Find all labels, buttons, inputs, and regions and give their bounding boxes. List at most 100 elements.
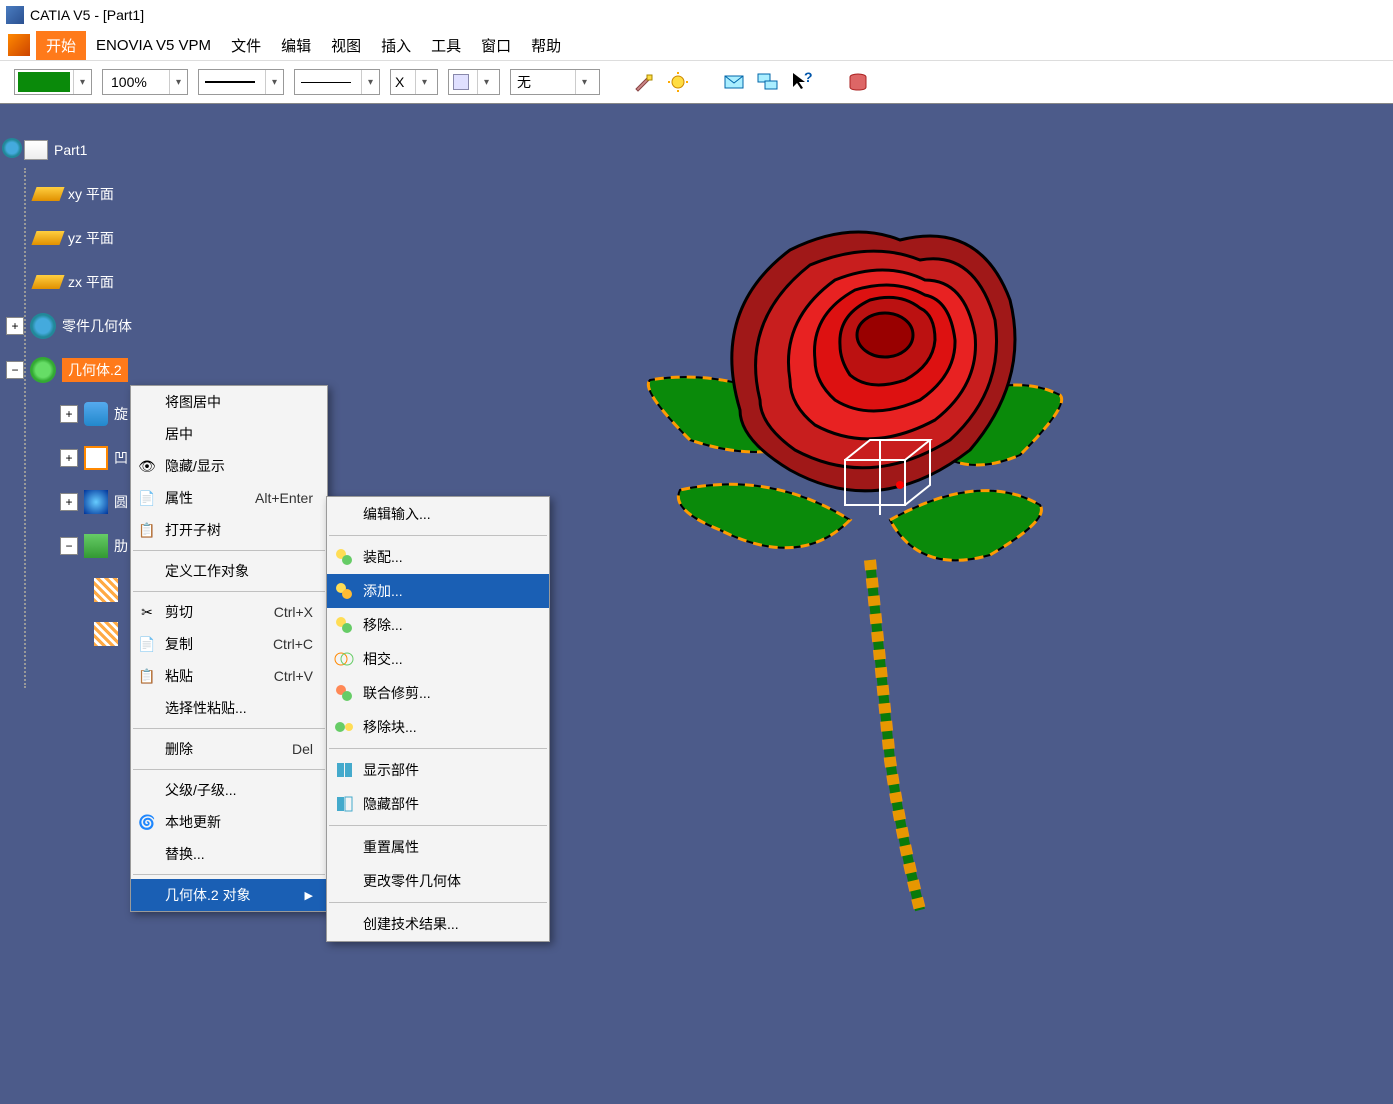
cm-copy[interactable]: 📄复制Ctrl+C (131, 628, 327, 660)
cm-define-work[interactable]: 定义工作对象 (131, 555, 327, 587)
cm-paste-special[interactable]: 选择性粘贴... (131, 692, 327, 724)
title-bar: CATIA V5 - [Part1] (0, 0, 1393, 30)
plane-label: xy 平面 (68, 184, 114, 204)
cm-delete[interactable]: 删除Del (131, 733, 327, 765)
assemble-icon (333, 546, 355, 568)
sm-hide-comp[interactable]: 隐藏部件 (327, 787, 549, 821)
sm-add[interactable]: 添加... (327, 574, 549, 608)
trim-icon (333, 682, 355, 704)
tree-yz-plane[interactable]: yz 平面 (34, 216, 132, 260)
menu-enovia[interactable]: ENOVIA V5 VPM (86, 33, 221, 58)
copy-icon: 📄 (137, 634, 157, 654)
cm-center[interactable]: 居中 (131, 418, 327, 450)
cm-cut[interactable]: ✂剪切Ctrl+X (131, 596, 327, 628)
plane-label: zx 平面 (68, 272, 114, 292)
app-icon (6, 6, 24, 24)
tree-body2[interactable]: − 几何体.2 (6, 348, 132, 392)
brush-icon[interactable] (632, 70, 656, 94)
cm-local-update[interactable]: 🌀本地更新 (131, 806, 327, 838)
chevron-down-icon: ▾ (477, 70, 495, 94)
zoom-dropdown[interactable]: 100%▾ (102, 69, 188, 95)
menu-help[interactable]: 帮助 (521, 31, 571, 60)
sm-union-trim[interactable]: 联合修剪... (327, 676, 549, 710)
chevron-down-icon: ▾ (265, 70, 283, 94)
menu-edit[interactable]: 编辑 (271, 31, 321, 60)
expand-icon[interactable]: + (60, 405, 78, 423)
sm-remove[interactable]: 移除... (327, 608, 549, 642)
lump-icon (333, 716, 355, 738)
properties-icon: 📄 (137, 488, 157, 508)
separator (133, 874, 325, 875)
tree-child-sketch1[interactable] (94, 568, 132, 612)
menu-file[interactable]: 文件 (221, 31, 271, 60)
sm-remove-lump[interactable]: 移除块... (327, 710, 549, 744)
sm-assemble[interactable]: 装配... (327, 540, 549, 574)
render-dropdown[interactable]: ▾ (448, 69, 500, 95)
expand-icon[interactable]: + (6, 317, 24, 335)
sm-edit-input[interactable]: 编辑输入... (327, 497, 549, 531)
line-sample (205, 81, 255, 83)
show-icon (333, 759, 355, 781)
cm-object[interactable]: 几何体.2 对象▶ (131, 879, 327, 911)
rotate-icon (84, 402, 108, 426)
layer-dropdown[interactable]: 无▾ (510, 69, 600, 95)
render-icon (453, 74, 469, 90)
mail-multi-icon[interactable] (756, 70, 780, 94)
separator (329, 748, 547, 749)
tree-xy-plane[interactable]: xy 平面 (34, 172, 132, 216)
expand-icon[interactable]: + (60, 493, 78, 511)
sm-intersect[interactable]: 相交... (327, 642, 549, 676)
part-icon (24, 140, 48, 160)
rose-model[interactable] (620, 210, 1080, 930)
tree-partbody[interactable]: + 零件几何体 (6, 304, 132, 348)
partbody-label: 零件几何体 (62, 316, 132, 336)
menu-tool[interactable]: 工具 (421, 31, 471, 60)
cm-properties[interactable]: 📄属性Alt+Enter (131, 482, 327, 514)
body2-label: 几何体.2 (62, 358, 128, 382)
cm-parent-child[interactable]: 父级/子级... (131, 774, 327, 806)
sm-create-tech[interactable]: 创建技术结果... (327, 907, 549, 941)
color-dropdown[interactable]: ▾ (14, 69, 92, 95)
menu-start[interactable]: 开始 (36, 31, 86, 60)
menu-insert[interactable]: 插入 (371, 31, 421, 60)
lineweight-dropdown[interactable]: ▾ (294, 69, 380, 95)
cm-paste[interactable]: 📋粘贴Ctrl+V (131, 660, 327, 692)
child-label: 凹 (114, 448, 128, 468)
collapse-icon[interactable]: − (6, 361, 24, 379)
plane-icon (31, 187, 64, 201)
cm-replace[interactable]: 替换... (131, 838, 327, 870)
separator (133, 591, 325, 592)
object-submenu: 编辑输入... 装配... 添加... 移除... 相交... 联合修剪... … (326, 496, 550, 942)
tree-child-circle[interactable]: +圆 (60, 480, 132, 524)
tree-child-rotate[interactable]: +旋 (60, 392, 132, 436)
menu-window[interactable]: 窗口 (471, 31, 521, 60)
chevron-down-icon: ▾ (361, 70, 379, 94)
cm-center-graph[interactable]: 将图居中 (131, 386, 327, 418)
sm-show-comp[interactable]: 显示部件 (327, 753, 549, 787)
window-title: CATIA V5 - [Part1] (30, 7, 144, 23)
tree-root[interactable]: Part1 (6, 128, 132, 172)
sm-change-body[interactable]: 更改零件几何体 (327, 864, 549, 898)
catia-logo-icon (8, 34, 30, 56)
expand-icon[interactable]: + (60, 449, 78, 467)
plane-icon (31, 231, 64, 245)
plane-label: yz 平面 (68, 228, 114, 248)
menu-view[interactable]: 视图 (321, 31, 371, 60)
chevron-down-icon: ▾ (73, 70, 91, 94)
database-icon[interactable] (846, 70, 870, 94)
linetype-dropdown[interactable]: ▾ (198, 69, 284, 95)
cm-open-subtree[interactable]: 📋打开子树 (131, 514, 327, 546)
tree-child-rib[interactable]: −肋 (60, 524, 132, 568)
cm-hide-show[interactable]: 👁隐藏/显示 (131, 450, 327, 482)
tree-zx-plane[interactable]: zx 平面 (34, 260, 132, 304)
sm-reset-prop[interactable]: 重置属性 (327, 830, 549, 864)
wand-icon[interactable] (666, 70, 690, 94)
help-cursor-icon[interactable]: ? (790, 70, 814, 94)
layer-value: 无 (517, 72, 531, 92)
mail-icon[interactable] (722, 70, 746, 94)
tree-child-sketch2[interactable] (94, 612, 132, 656)
collapse-icon[interactable]: − (60, 537, 78, 555)
rib-icon (84, 534, 108, 558)
point-dropdown[interactable]: X▾ (390, 69, 438, 95)
tree-child-pocket[interactable]: +凹 (60, 436, 132, 480)
